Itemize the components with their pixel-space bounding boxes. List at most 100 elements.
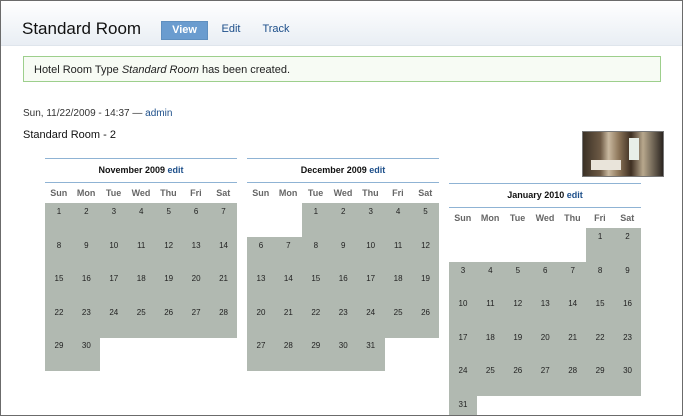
calendar-day[interactable]: 10	[356, 236, 385, 271]
calendar-day[interactable]: 11	[476, 295, 505, 329]
calendar-day[interactable]: 7	[274, 236, 303, 271]
calendar-day[interactable]: 3	[99, 203, 128, 237]
calendar-day[interactable]: 20	[247, 303, 275, 338]
tab-track[interactable]: Track	[256, 21, 296, 38]
calendar-day[interactable]: 13	[247, 270, 275, 304]
calendar-day[interactable]: 31	[449, 395, 477, 415]
calendar-day[interactable]: 27	[182, 303, 211, 338]
calendar-day[interactable]: 25	[127, 303, 156, 338]
calendar-day[interactable]: 24	[356, 303, 385, 338]
calendar-day[interactable]: 9	[72, 236, 101, 271]
calendar-day[interactable]: 30	[613, 362, 642, 396]
calendar-edit-link[interactable]: edit	[567, 190, 583, 200]
calendar-day[interactable]: 14	[558, 295, 587, 329]
calendar-day[interactable]: 16	[329, 270, 358, 304]
calendar-day[interactable]: 1	[586, 228, 615, 262]
calendar-day[interactable]: 12	[154, 236, 183, 271]
calendar-day[interactable]: 2	[613, 228, 642, 262]
calendar-day[interactable]: 7	[558, 261, 587, 296]
calendar-day[interactable]: 13	[531, 295, 560, 329]
calendar-day[interactable]: 8	[586, 261, 615, 296]
calendar-day[interactable]: 29	[301, 337, 330, 371]
calendar-day[interactable]: 5	[503, 261, 532, 296]
calendar-day[interactable]: 18	[476, 328, 505, 363]
calendar-day[interactable]: 12	[411, 236, 440, 271]
tab-view[interactable]: View	[161, 21, 208, 40]
calendar-day[interactable]: 24	[449, 362, 477, 396]
calendar-day[interactable]: 21	[209, 270, 238, 304]
calendar-day[interactable]: 18	[384, 270, 413, 304]
calendar-day[interactable]: 8	[45, 236, 73, 271]
calendar-day[interactable]: 25	[384, 303, 413, 338]
calendar-day[interactable]: 24	[99, 303, 128, 338]
calendar-day[interactable]: 3	[356, 203, 385, 237]
calendar-day[interactable]: 26	[411, 303, 440, 338]
calendar-day[interactable]: 30	[72, 337, 101, 371]
calendar-day[interactable]: 5	[154, 203, 183, 237]
calendar-day[interactable]: 1	[45, 203, 73, 237]
calendar-day[interactable]: 6	[247, 236, 275, 271]
calendar-day[interactable]: 29	[586, 362, 615, 396]
calendar-day[interactable]: 15	[301, 270, 330, 304]
calendar-day[interactable]: 26	[503, 362, 532, 396]
calendar-edit-link[interactable]: edit	[168, 165, 184, 175]
calendar-edit-link[interactable]: edit	[369, 165, 385, 175]
calendar-day[interactable]: 23	[329, 303, 358, 338]
calendar-day[interactable]: 22	[301, 303, 330, 338]
calendar-day[interactable]: 16	[72, 270, 101, 304]
calendar-day[interactable]: 22	[586, 328, 615, 363]
calendar-day[interactable]: 20	[531, 328, 560, 363]
calendar-day[interactable]: 26	[154, 303, 183, 338]
calendar-day[interactable]: 12	[503, 295, 532, 329]
calendar-day[interactable]: 18	[127, 270, 156, 304]
calendar-day[interactable]: 13	[182, 236, 211, 271]
calendar-day[interactable]: 2	[72, 203, 101, 237]
calendar-day[interactable]: 3	[449, 261, 477, 296]
calendar-day[interactable]: 7	[209, 203, 238, 237]
calendar-day[interactable]: 10	[99, 236, 128, 271]
calendar-day[interactable]: 22	[45, 303, 73, 338]
calendar-day[interactable]: 15	[586, 295, 615, 329]
calendar-day[interactable]: 23	[613, 328, 642, 363]
calendar-day[interactable]: 16	[613, 295, 642, 329]
calendar-day[interactable]: 17	[356, 270, 385, 304]
calendar-day[interactable]: 4	[384, 203, 413, 237]
calendar-day[interactable]: 17	[449, 328, 477, 363]
calendar-day[interactable]: 14	[274, 270, 303, 304]
calendar-day[interactable]: 28	[274, 337, 303, 371]
calendar-day[interactable]: 30	[329, 337, 358, 371]
calendar-day[interactable]: 1	[301, 203, 330, 237]
calendar-day[interactable]: 10	[449, 295, 477, 329]
tab-edit[interactable]: Edit	[215, 21, 247, 38]
calendar-day[interactable]: 6	[182, 203, 211, 237]
calendar-day[interactable]: 11	[384, 236, 413, 271]
room-photo[interactable]	[582, 131, 664, 177]
calendar-day[interactable]: 28	[209, 303, 238, 338]
calendar-day[interactable]: 6	[531, 261, 560, 296]
calendar-day[interactable]: 21	[274, 303, 303, 338]
calendar-day[interactable]: 11	[127, 236, 156, 271]
calendar-day[interactable]: 23	[72, 303, 101, 338]
calendar-day[interactable]: 27	[531, 362, 560, 396]
calendar-day[interactable]: 20	[182, 270, 211, 304]
calendar-day[interactable]: 2	[329, 203, 358, 237]
calendar-day[interactable]: 17	[99, 270, 128, 304]
calendar-day[interactable]: 14	[209, 236, 238, 271]
calendar-day[interactable]: 9	[329, 236, 358, 271]
calendar-day[interactable]: 19	[154, 270, 183, 304]
calendar-day[interactable]: 5	[411, 203, 440, 237]
calendar-day[interactable]: 27	[247, 337, 275, 371]
calendar-day[interactable]: 15	[45, 270, 73, 304]
calendar-day[interactable]: 29	[45, 337, 73, 371]
calendar-day[interactable]: 28	[558, 362, 587, 396]
calendar-day[interactable]: 31	[356, 337, 385, 371]
calendar-day[interactable]: 19	[503, 328, 532, 363]
calendar-day[interactable]: 25	[476, 362, 505, 396]
author-link[interactable]: admin	[145, 108, 172, 119]
calendar-day[interactable]: 19	[411, 270, 440, 304]
calendar-day[interactable]: 9	[613, 261, 642, 296]
calendar-day[interactable]: 4	[127, 203, 156, 237]
calendar-day[interactable]: 4	[476, 261, 505, 296]
calendar-day[interactable]: 8	[301, 236, 330, 271]
calendar-day[interactable]: 21	[558, 328, 587, 363]
